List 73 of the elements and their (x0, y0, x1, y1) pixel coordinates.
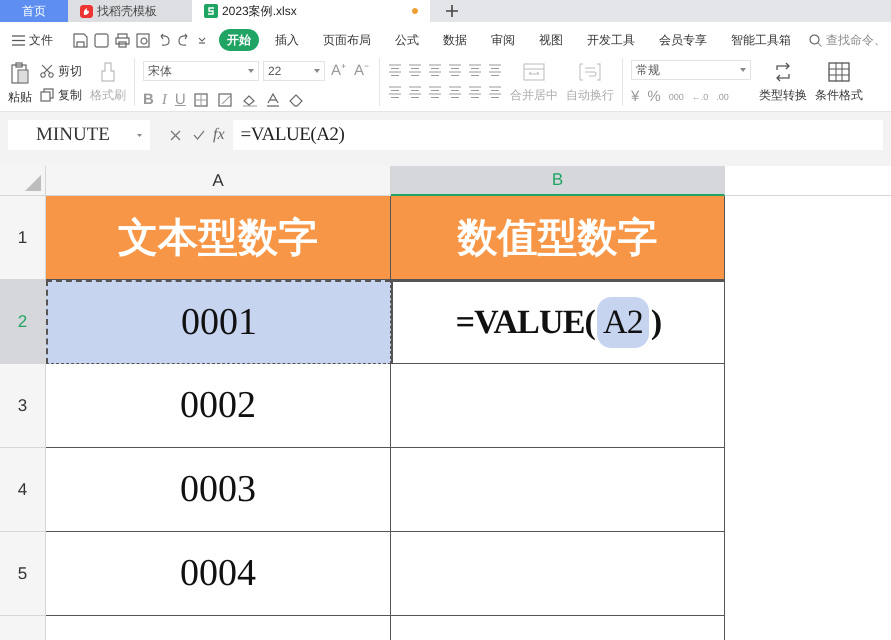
header-cell: 文本型数字 (46, 196, 391, 280)
table-cell: 0003 (46, 448, 391, 532)
borders-icon[interactable] (194, 92, 210, 107)
copy-button[interactable]: 复制 (40, 86, 82, 104)
table-cell: 0004 (46, 532, 391, 616)
clipboard-icon[interactable] (11, 62, 29, 84)
row-header[interactable]: 3 (0, 364, 46, 448)
spreadsheet-icon[interactable] (204, 4, 218, 18)
menu-tab[interactable]: 智能工具箱 (725, 29, 797, 51)
table-cell: 0001 (46, 280, 391, 364)
fill-color-icon[interactable] (242, 92, 258, 107)
row-header[interactable]: 4 (0, 448, 46, 532)
menu-tab[interactable]: 插入 (269, 29, 305, 51)
paste-button[interactable]: 粘贴 (8, 58, 32, 106)
font-name-field[interactable]: 宋体 (143, 61, 259, 82)
type-convert-button[interactable]: 类型转换 (759, 58, 808, 104)
column-header[interactable]: A (46, 166, 391, 196)
caret-icon[interactable] (248, 69, 254, 74)
cell-style-icon[interactable] (218, 92, 234, 107)
search-field[interactable]: 查找命令、 (809, 31, 890, 49)
preview-icon[interactable] (136, 32, 151, 48)
menu-tab[interactable]: 会员专享 (653, 29, 713, 51)
search-icon[interactable] (809, 34, 822, 46)
flame-icon[interactable] (80, 4, 93, 18)
caret-icon[interactable] (314, 69, 320, 74)
align-icon[interactable] (408, 64, 422, 76)
row-header[interactable]: 1 (0, 196, 46, 280)
align-icon[interactable] (468, 64, 482, 76)
new-tab-icon[interactable] (446, 5, 458, 17)
menu-tab[interactable]: 公式 (389, 29, 425, 51)
save-icon[interactable] (73, 32, 88, 48)
font-size-field[interactable]: 22 (263, 61, 325, 82)
table-cell: 0002 (46, 364, 391, 448)
align-icon[interactable] (488, 64, 502, 76)
caret-icon[interactable] (137, 134, 142, 136)
font-color-icon[interactable] (266, 92, 280, 107)
formula-cell[interactable]: =VALUE( A2 ) (391, 280, 725, 364)
menu-tab[interactable]: 页面布局 (317, 29, 377, 51)
cut-button[interactable]: 剪切 (40, 62, 82, 80)
align-icon[interactable] (448, 86, 462, 98)
dropdown-icon[interactable] (197, 35, 207, 45)
align-icon[interactable] (488, 86, 502, 98)
caret-icon[interactable] (740, 68, 746, 72)
header-cell: 数值型数字 (391, 196, 725, 280)
align-icon[interactable] (448, 64, 462, 76)
conditional-format-button[interactable]: 条件格式 (815, 58, 864, 104)
menu-icon[interactable] (12, 34, 25, 46)
align-icon[interactable] (428, 64, 442, 76)
formula-field[interactable]: =VALUE(A2) (232, 120, 883, 150)
name-box[interactable]: MINUTE (8, 120, 150, 150)
cancel-icon[interactable] (170, 130, 181, 140)
copy-icon[interactable] (40, 88, 54, 102)
menu-tab[interactable]: 数据 (437, 29, 473, 51)
menu-tab[interactable]: 审阅 (485, 29, 521, 51)
menu-tab[interactable]: 视图 (533, 29, 569, 51)
align-icon[interactable] (388, 86, 402, 98)
align-icon[interactable] (388, 64, 402, 76)
row-header[interactable]: 5 (0, 532, 46, 616)
align-icon[interactable] (468, 86, 482, 98)
align-icon[interactable] (428, 86, 442, 98)
tab[interactable]: 找稻壳模板 (68, 0, 192, 22)
menu-tab[interactable]: 开发工具 (581, 29, 641, 51)
align-icon[interactable] (408, 86, 422, 98)
scissors-icon[interactable] (40, 64, 54, 78)
number-format-field[interactable]: 常规 (631, 60, 752, 80)
table-icon[interactable] (828, 62, 850, 82)
print-icon[interactable] (115, 32, 130, 48)
confirm-icon[interactable] (193, 130, 205, 140)
function-button[interactable]: fx (213, 123, 225, 147)
unsaved-dot-icon[interactable] (412, 8, 418, 14)
eraser-icon[interactable] (288, 92, 304, 107)
tab[interactable]: 2023案例.xlsx (192, 0, 430, 22)
file-menu[interactable]: 文件 (12, 31, 61, 49)
